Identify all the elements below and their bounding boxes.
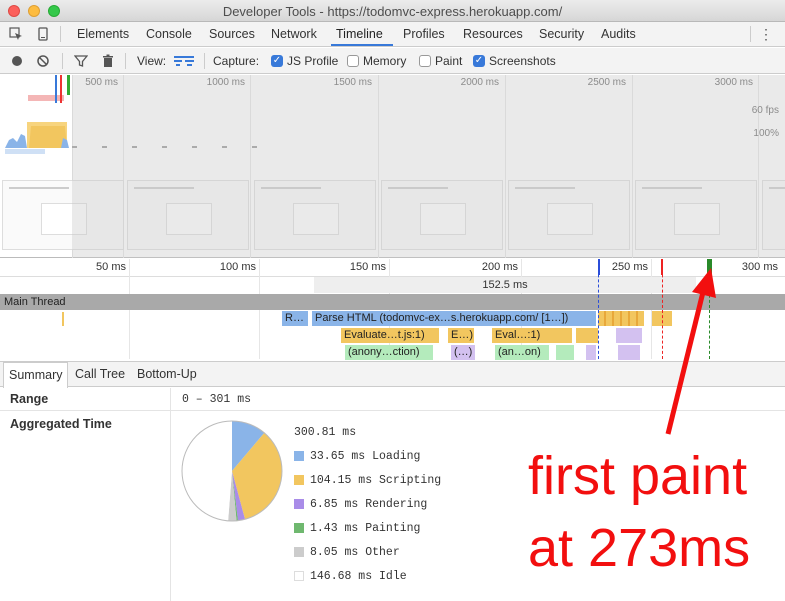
tab-security[interactable]: Security (539, 27, 584, 41)
flame-event-r[interactable]: R… (282, 311, 308, 326)
dom-content-loaded-marker (598, 259, 600, 275)
paint-checkbox[interactable] (419, 55, 431, 67)
pie-slice-idle (181, 421, 232, 521)
network-bar (5, 149, 45, 154)
clear-icon[interactable] (36, 54, 50, 68)
title-bar: Developer Tools - https://todomvc-expres… (0, 0, 785, 22)
tab-network[interactable]: Network (271, 27, 317, 41)
legend-loading: 33.65 ms Loading (310, 450, 421, 463)
range-value: 0 – 301 ms (182, 393, 252, 406)
tab-separator (60, 26, 61, 42)
flame-event[interactable] (586, 345, 596, 360)
timeline-toolbar: View: Capture: ✓ JS Profile Memory Paint… (0, 48, 785, 74)
flame-event[interactable] (556, 345, 574, 360)
dom-content-loaded-marker (55, 75, 57, 103)
flame-view-icon[interactable] (174, 55, 194, 67)
flame-event-anonymous[interactable]: (an…on) (495, 345, 549, 360)
details-column-divider (170, 388, 171, 601)
window-title: Developer Tools - https://todomvc-expres… (222, 4, 563, 19)
tab-profiles[interactable]: Profiles (403, 27, 445, 41)
aggregated-time-pie-chart (181, 420, 283, 522)
selection-duration: 152.5 ms (314, 277, 696, 293)
legend-swatch-loading (294, 451, 304, 461)
ruler-tick: 200 ms (481, 261, 518, 273)
tab-summary[interactable]: Summary (3, 362, 69, 388)
ruler-tick: 300 ms (741, 261, 778, 273)
legend-idle: 146.68 ms Idle (310, 570, 407, 583)
annotation-first-paint: first paint (528, 446, 748, 506)
js-profile-label: JS Profile (287, 54, 339, 68)
screenshots-label: Screenshots (489, 54, 556, 68)
frames-bar (28, 95, 64, 101)
tab-audits[interactable]: Audits (601, 27, 636, 41)
screenshots-checkbox[interactable]: ✓ (473, 55, 485, 67)
load-marker (60, 75, 62, 103)
tab-elements[interactable]: Elements (77, 27, 129, 41)
cpu-activity-chart (5, 122, 69, 148)
aggregated-time-label: Aggregated Time (10, 417, 112, 431)
toolbar-separator (204, 53, 205, 69)
paint-label: Paint (435, 54, 463, 68)
tab-timeline[interactable]: Timeline (336, 27, 383, 41)
range-label: Range (10, 392, 49, 406)
annotation-at-time: at 273ms (528, 518, 751, 578)
timeline-overview[interactable]: 500 ms 1000 ms 1500 ms 2000 ms 2500 ms 3… (0, 75, 785, 258)
more-options-icon[interactable]: ⋮ (759, 26, 773, 43)
tab-console[interactable]: Console (146, 27, 192, 41)
devtools-tab-bar: Elements Console Sources Network Timelin… (0, 22, 785, 47)
capture-label: Capture: (213, 54, 260, 68)
legend-rendering: 6.85 ms Rendering (310, 498, 428, 511)
memory-label: Memory (363, 54, 407, 68)
first-paint-marker (67, 75, 70, 95)
flame-event-evaluate[interactable]: E…) (448, 328, 474, 343)
flame-event[interactable] (576, 328, 598, 343)
ruler-tick: 150 ms (349, 261, 386, 273)
view-label: View: (137, 54, 167, 68)
active-tab-indicator (331, 44, 393, 46)
tab-sources[interactable]: Sources (209, 27, 255, 41)
tab-separator (750, 26, 751, 42)
flame-event[interactable] (616, 328, 642, 343)
legend-swatch-other (294, 547, 304, 557)
legend-swatch-scripting (294, 475, 304, 485)
inspect-element-icon[interactable] (9, 27, 23, 41)
flame-event-scripting[interactable] (598, 311, 644, 326)
toolbar-separator (62, 53, 63, 69)
ruler-tick: 50 ms (96, 261, 126, 273)
record-icon[interactable] (10, 54, 24, 68)
js-profile-checkbox[interactable]: ✓ (271, 55, 283, 67)
tab-bottom-up[interactable]: Bottom-Up (137, 367, 197, 381)
tab-call-tree[interactable]: Call Tree (75, 367, 125, 381)
legend-other: 8.05 ms Other (310, 546, 400, 559)
flame-event-anonymous[interactable]: (anony…ction) (345, 345, 433, 360)
flame-event-evaluate[interactable]: Eval…:1) (492, 328, 572, 343)
flame-event-parse-html[interactable]: Parse HTML (todomvc-ex…s.herokuapp.com/ … (312, 311, 596, 326)
legend-swatch-painting (294, 523, 304, 533)
annotation-arrow (665, 268, 716, 435)
device-mode-icon[interactable] (36, 27, 50, 41)
flame-event[interactable] (618, 345, 640, 360)
flame-event-anonymous[interactable]: (…) (451, 345, 475, 360)
total-time: 300.81 ms (294, 426, 357, 439)
legend-scripting: 104.15 ms Scripting (310, 474, 442, 487)
toolbar-separator (125, 53, 126, 69)
trash-icon[interactable] (101, 54, 115, 68)
legend-swatch-idle (294, 571, 304, 581)
filter-icon[interactable] (74, 54, 88, 68)
flame-event[interactable] (62, 312, 64, 326)
tab-resources[interactable]: Resources (463, 27, 523, 41)
flame-event-evaluate[interactable]: Evaluate…t.js:1) (341, 328, 439, 343)
ruler-tick: 100 ms (219, 261, 256, 273)
legend-swatch-rendering (294, 499, 304, 509)
overview-selection-shade (72, 75, 785, 258)
memory-checkbox[interactable] (347, 55, 359, 67)
legend-painting: 1.43 ms Painting (310, 522, 421, 535)
